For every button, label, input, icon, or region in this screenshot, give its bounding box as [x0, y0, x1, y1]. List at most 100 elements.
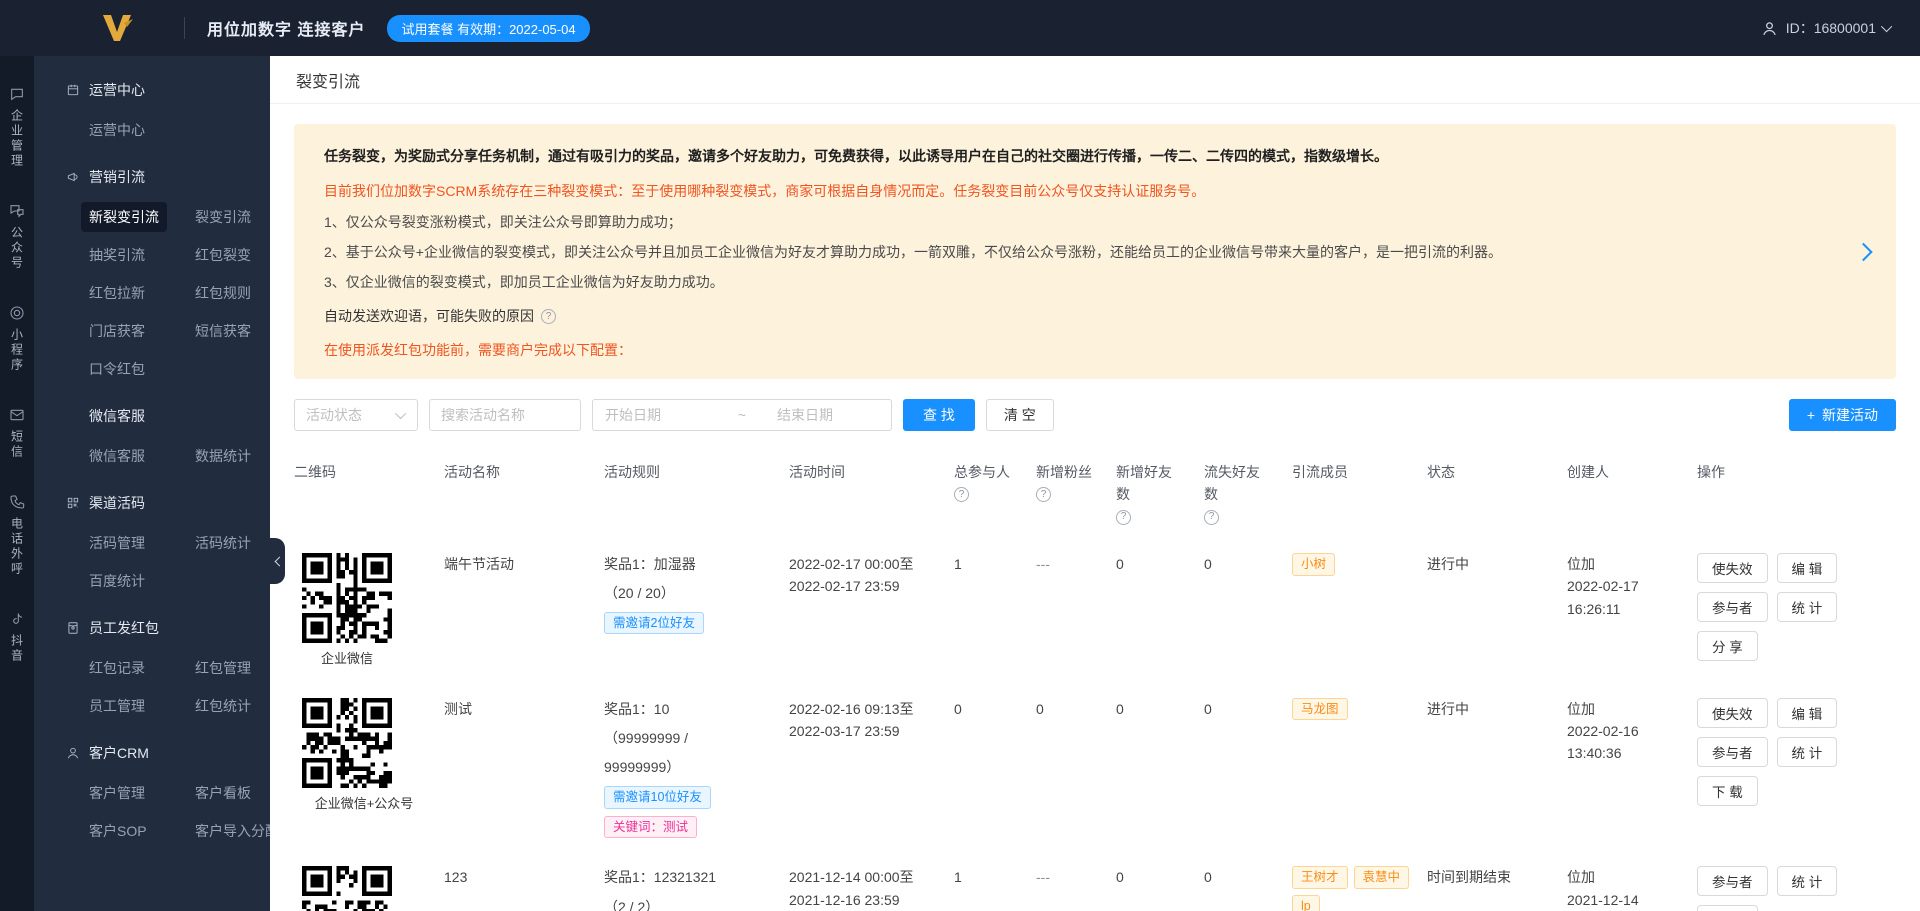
- megaphone-icon: [67, 172, 78, 182]
- participants-button[interactable]: 参与者: [1697, 866, 1768, 897]
- help-icon[interactable]: [541, 309, 556, 324]
- sidebar-collapse-handle[interactable]: [270, 538, 285, 584]
- end-date-input[interactable]: [777, 407, 879, 423]
- stats-button[interactable]: 统 计: [1776, 736, 1838, 767]
- sidebar-section-header[interactable]: 员工发红包: [34, 618, 270, 638]
- help-icon[interactable]: [1116, 509, 1131, 525]
- help-icon[interactable]: [954, 487, 969, 503]
- qr-code-image[interactable]: [302, 697, 392, 788]
- sidebar-item-new-fission[interactable]: 新裂变引流: [81, 202, 167, 232]
- sidebar-item-qrcode-stats[interactable]: 活码统计: [187, 528, 259, 558]
- rail-item-official-account[interactable]: 公众号: [9, 203, 26, 271]
- banner-bold-line: 任务裂变，为奖励式分享任务机制，通过有吸引力的奖品，邀请多个好友助力，可免费获得…: [324, 148, 1388, 164]
- edit-button[interactable]: 编 辑: [1776, 552, 1838, 583]
- qr-code-image[interactable]: [302, 866, 392, 911]
- sidebar-item-customer-sop[interactable]: 客户SOP: [81, 816, 155, 846]
- keyword-tag: 关键词：测试: [604, 815, 698, 839]
- rail-item-phone-call[interactable]: 电话外呼: [9, 494, 26, 577]
- sidebar-item-redpacket-new[interactable]: 红包拉新: [81, 278, 153, 308]
- new-activity-button[interactable]: + 新建活动: [1788, 399, 1896, 431]
- rail-item-label: 电话外呼: [9, 517, 24, 577]
- invalidate-button[interactable]: 使失效: [1697, 552, 1768, 583]
- sidebar-item-redpacket-manage[interactable]: 红包管理: [187, 653, 259, 683]
- col-header-status: 状态: [1427, 464, 1455, 480]
- rail-item-label: 企业管理: [9, 109, 24, 169]
- app-window: 用位加数字 连接客户 试用套餐 有效期：2022-05-04 ID：168000…: [0, 0, 1920, 911]
- sidebar-section-header[interactable]: 微信客服: [34, 406, 270, 426]
- brand-logo[interactable]: [100, 13, 136, 43]
- sidebar-item-lottery[interactable]: 抽奖引流: [81, 240, 153, 270]
- col-header-lost-friends: 流失好友数: [1204, 461, 1292, 525]
- delete-button[interactable]: 删 除: [1697, 905, 1758, 911]
- help-icon[interactable]: [1036, 487, 1051, 503]
- sidebar-item-operation-center[interactable]: 运营中心: [81, 115, 153, 145]
- two-bubbles-icon: [10, 205, 24, 218]
- logo-mark-icon: [103, 15, 133, 41]
- chevron-right-icon: [1854, 242, 1873, 261]
- topbar-divider: [184, 17, 185, 39]
- chevron-left-icon: [274, 556, 284, 566]
- sidebar-item-staff-manage[interactable]: 员工管理: [81, 691, 153, 721]
- topbar: 用位加数字 连接客户 试用套餐 有效期：2022-05-04 ID：168000…: [0, 0, 1920, 56]
- sidebar-section-header[interactable]: 运营中心: [34, 80, 270, 100]
- invite-tag: 需邀请2位好友: [604, 611, 704, 635]
- rail-item-enterprise[interactable]: 企业管理: [9, 86, 26, 169]
- sidebar-item-customer-import[interactable]: 客户导入分配: [187, 816, 270, 846]
- sidebar-item-redpacket-stats[interactable]: 红包统计: [187, 691, 259, 721]
- col-header-qrcode: 二维码: [294, 464, 336, 480]
- clear-button[interactable]: 清 空: [985, 399, 1054, 431]
- status-text: 进行中: [1427, 700, 1469, 717]
- member-tag: lp: [1292, 895, 1320, 911]
- calendar-icon: [67, 84, 79, 96]
- sidebar-item-sms-acquire[interactable]: 短信获客: [187, 316, 259, 346]
- rail-item-miniprogram[interactable]: 小程序: [9, 305, 26, 373]
- activity-table: 二维码 活动名称 活动规则 活动时间 总参与人 新增粉丝 新增好友数 流失好友数…: [294, 455, 1896, 911]
- phone-icon: [10, 495, 25, 509]
- creator-name: 位加: [1567, 700, 1595, 717]
- rail-item-sms[interactable]: 短信: [9, 407, 26, 460]
- sidebar-item-data-stats[interactable]: 数据统计: [187, 441, 259, 471]
- share-button[interactable]: 分 享: [1697, 630, 1758, 661]
- sidebar-item-customer-board[interactable]: 客户看板: [187, 778, 259, 808]
- member-tag: 马龙图: [1292, 697, 1348, 721]
- edit-button[interactable]: 编 辑: [1776, 697, 1838, 728]
- sidebar-item-redpacket-fission[interactable]: 红包裂变: [187, 240, 259, 270]
- sidebar-section-header[interactable]: 营销引流: [34, 167, 270, 187]
- sidebar-item-baidu-stats[interactable]: 百度统计: [81, 566, 153, 596]
- stats-button[interactable]: 统 计: [1776, 866, 1838, 897]
- sidebar-item-redpacket-rules[interactable]: 红包规则: [187, 278, 259, 308]
- activity-status-select[interactable]: 活动状态: [294, 399, 418, 431]
- sidebar-item-redpacket-records[interactable]: 红包记录: [81, 653, 153, 683]
- header-label: 新增好友数: [1116, 464, 1172, 503]
- sidebar-item-qrcode-manage[interactable]: 活码管理: [81, 528, 153, 558]
- user-account-menu[interactable]: ID：16800001: [1761, 18, 1893, 38]
- creator-name: 位加: [1567, 555, 1595, 572]
- sidebar-item-store-acquire[interactable]: 门店获客: [81, 316, 153, 346]
- banner-next-button[interactable]: [1854, 242, 1873, 261]
- qr-code-image[interactable]: [302, 552, 392, 643]
- section-title: 微信客服: [89, 408, 145, 424]
- help-icon[interactable]: [1204, 509, 1219, 525]
- participants-button[interactable]: 参与者: [1697, 736, 1768, 767]
- stats-button[interactable]: 统 计: [1776, 591, 1838, 622]
- sidebar-item-customer-manage[interactable]: 客户管理: [81, 778, 153, 808]
- sidebar-section-header[interactable]: 客户CRM: [34, 743, 270, 763]
- invalidate-button[interactable]: 使失效: [1697, 697, 1768, 728]
- rail-item-douyin[interactable]: 抖音: [9, 611, 26, 664]
- col-header-rules: 活动规则: [604, 464, 660, 480]
- participants-button[interactable]: 参与者: [1697, 591, 1768, 622]
- sidebar-item-fission[interactable]: 裂变引流: [187, 202, 259, 232]
- activity-time-start: 2022-02-16 09:13至: [789, 700, 914, 717]
- member-tag: 袁慧中: [1353, 866, 1410, 889]
- col-header-total: 总参与人: [954, 461, 1036, 503]
- start-date-input[interactable]: [605, 407, 707, 423]
- sidebar-item-password-redpacket[interactable]: 口令红包: [81, 354, 153, 384]
- total-participants: 1: [954, 555, 962, 572]
- sidebar-item-wechat-service[interactable]: 微信客服: [81, 441, 153, 471]
- download-button[interactable]: 下 载: [1697, 775, 1758, 806]
- search-button[interactable]: 查 找: [903, 399, 975, 431]
- table-row: 123 奖品1：12321321 （2 / 2） 需邀请10位好友 2021-1…: [294, 854, 1896, 911]
- search-activity-input[interactable]: [429, 399, 581, 431]
- date-range-picker[interactable]: ~: [592, 399, 892, 431]
- sidebar-section-header[interactable]: 渠道活码: [34, 493, 270, 513]
